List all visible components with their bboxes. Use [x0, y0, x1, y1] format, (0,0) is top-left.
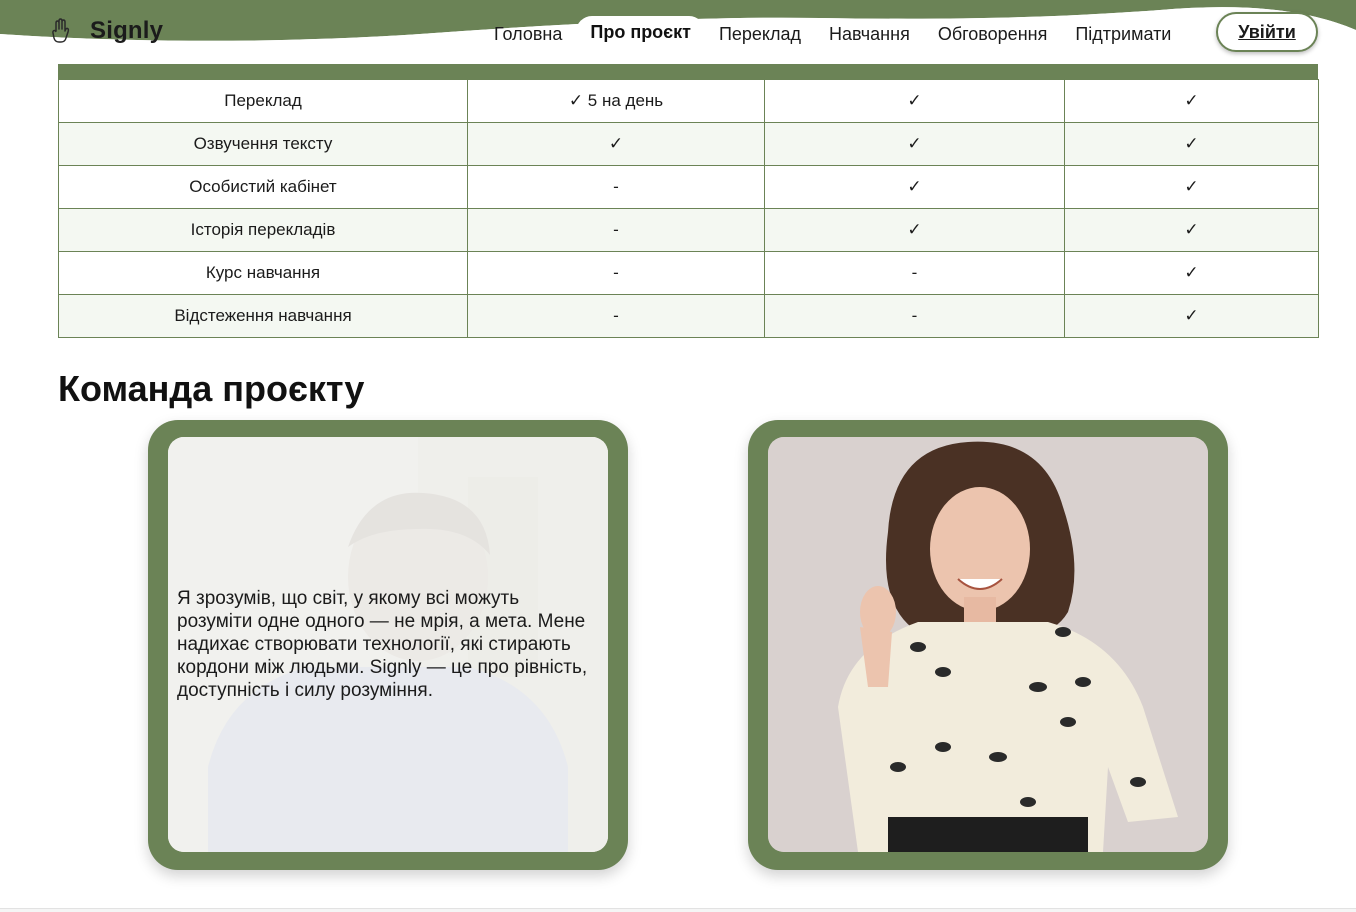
nav-item-support[interactable]: Підтримати: [1061, 18, 1185, 50]
plan-cell: ✓: [1064, 79, 1319, 123]
table-row: Відстеження навчання - - ✓: [58, 294, 1319, 338]
plan-cell: ✓: [1064, 122, 1319, 166]
card-photo-frame: [768, 437, 1208, 852]
plan-cell: ✓: [764, 208, 1065, 252]
team-section-title: Команда проєкту: [58, 368, 365, 409]
login-button[interactable]: Увійти: [1216, 12, 1318, 52]
team-member-card[interactable]: Я зрозумів, що світ, у якому всі можуть …: [148, 420, 628, 870]
table-header-strip: [58, 63, 1318, 79]
feature-cell: Історія перекладів: [58, 208, 468, 252]
plan-cell: ✓: [1064, 251, 1319, 295]
plan-cell: ✓: [467, 122, 765, 166]
nav-item-discussion[interactable]: Обговорення: [924, 18, 1062, 50]
feature-cell: Відстеження навчання: [58, 294, 468, 338]
plan-cell: ✓: [1064, 165, 1319, 209]
plan-cell: -: [467, 251, 765, 295]
plan-cell: ✓: [764, 165, 1065, 209]
comparison-table: Переклад ✓ 5 на день ✓ ✓ Озвучення текст…: [58, 79, 1319, 338]
table-row: Переклад ✓ 5 на день ✓ ✓: [58, 79, 1319, 123]
plan-cell: -: [467, 208, 765, 252]
main-nav: Головна Про проєкт Переклад Навчання Обг…: [480, 16, 1185, 51]
plan-cell: ✓: [1064, 208, 1319, 252]
table-row: Озвучення тексту ✓ ✓ ✓: [58, 122, 1319, 166]
plan-cell: ✓: [1064, 294, 1319, 338]
hand-icon: [50, 18, 72, 44]
feature-cell: Особистий кабінет: [58, 165, 468, 209]
feature-cell: Переклад: [58, 79, 468, 123]
member-quote: Я зрозумів, що світ, у якому всі можуть …: [177, 588, 588, 701]
card-photo-frame: Я зрозумів, що світ, у якому всі можуть …: [168, 437, 608, 852]
team-member-photo: [768, 437, 1208, 852]
table-row: Курс навчання - - ✓: [58, 251, 1319, 295]
plan-cell: -: [467, 294, 765, 338]
feature-cell: Курс навчання: [58, 251, 468, 295]
nav-item-about[interactable]: Про проєкт: [576, 16, 705, 51]
plan-cell: -: [764, 294, 1065, 338]
feature-cell: Озвучення тексту: [58, 122, 468, 166]
plan-cell: ✓ 5 на день: [467, 79, 765, 123]
nav-item-home[interactable]: Головна: [480, 18, 576, 50]
plan-cell: -: [467, 165, 765, 209]
plan-cell: ✓: [764, 79, 1065, 123]
nav-item-learning[interactable]: Навчання: [815, 18, 924, 50]
page-divider: [0, 908, 1356, 912]
table-row: Особистий кабінет - ✓ ✓: [58, 165, 1319, 209]
brand-name: Signly: [90, 17, 164, 44]
site-header: Signly Головна Про проєкт Переклад Навча…: [0, 0, 1356, 64]
plans-comparison-table: Переклад ✓ 5 на день ✓ ✓ Озвучення текст…: [58, 63, 1319, 338]
plan-cell: ✓: [764, 122, 1065, 166]
table-row: Історія перекладів - ✓ ✓: [58, 208, 1319, 252]
team-member-card[interactable]: [748, 420, 1228, 870]
plan-cell: -: [764, 251, 1065, 295]
logo[interactable]: Signly: [50, 17, 163, 45]
nav-item-translate[interactable]: Переклад: [705, 18, 815, 50]
